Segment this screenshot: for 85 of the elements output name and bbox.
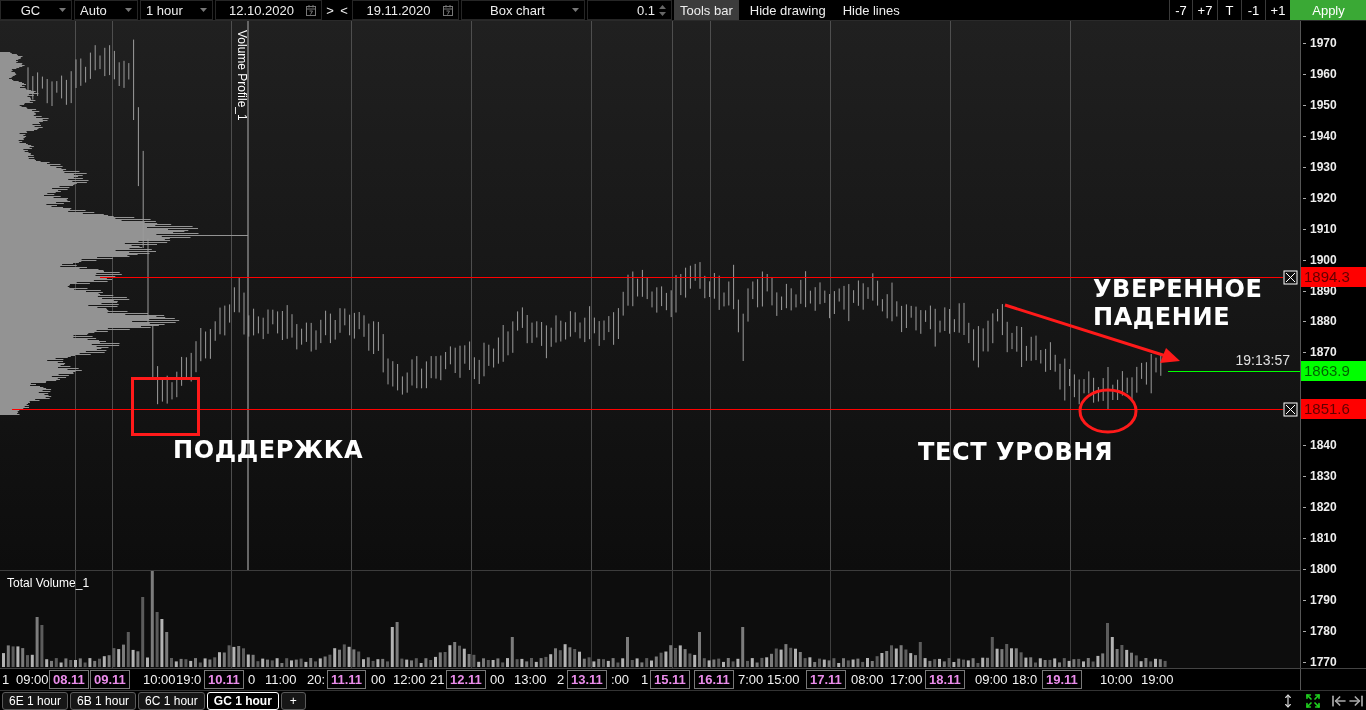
price-label: 1820	[1303, 500, 1337, 515]
date-field[interactable]: 12.10.2020	[215, 0, 322, 20]
date-label: 11.11	[327, 670, 367, 689]
date-label: 13.11	[567, 670, 607, 689]
price-tag: 1863.9	[1301, 361, 1366, 382]
caret-icon	[572, 8, 579, 12]
pane-title: Total Volume_1	[7, 576, 90, 590]
time-label: 21	[430, 672, 445, 687]
time-label: 19:00	[1141, 672, 1174, 687]
price-label: 1940	[1303, 128, 1337, 143]
close-icon[interactable]	[1283, 402, 1298, 417]
price-label: 1770	[1303, 654, 1337, 669]
chart-tab[interactable]: GC 1 hour	[206, 691, 279, 710]
price-label: 1830	[1303, 469, 1337, 484]
price-label: 1910	[1303, 221, 1337, 236]
close-icon[interactable]	[1283, 270, 1298, 285]
expand-icon[interactable]	[1305, 692, 1321, 709]
price-label: 1780	[1303, 623, 1337, 638]
caret-icon	[59, 8, 66, 12]
time-label: 1	[641, 672, 649, 687]
price-label: 1960	[1303, 66, 1337, 81]
date-label: 15.11	[650, 670, 690, 689]
spin-down-icon[interactable]	[659, 11, 666, 16]
time-label: 13:00	[514, 672, 547, 687]
time-label: 17:00	[890, 672, 923, 687]
price-label: 1870	[1303, 345, 1337, 360]
price-label: 1800	[1303, 561, 1337, 576]
time-label: 00	[490, 672, 505, 687]
chart-tab[interactable]: 6C 1 hour	[138, 691, 205, 710]
time-label: 09:00	[16, 672, 49, 687]
toggle-button[interactable]: Hide drawing	[743, 0, 832, 20]
price-label: 1880	[1303, 314, 1337, 329]
annotation-text: ТЕСТ УРОВНЯ	[918, 438, 1115, 466]
time-label: 08:00	[851, 672, 884, 687]
date-label: 17.11	[806, 670, 846, 689]
time-label: 19:0	[176, 672, 202, 687]
calendar-icon[interactable]	[306, 4, 316, 16]
price-label: 1920	[1303, 190, 1337, 205]
dropdown[interactable]: Box chart	[461, 0, 585, 20]
toggle-button[interactable]: Tools bar	[674, 0, 739, 20]
time-label: 1	[2, 672, 10, 687]
time-label: 2	[557, 672, 565, 687]
date-label: 09.11	[90, 670, 130, 689]
price-label: 1840	[1303, 438, 1337, 453]
chart-tab[interactable]: 6B 1 hour	[70, 691, 137, 710]
toggle-button[interactable]: Hide lines	[836, 0, 906, 20]
price-label: 1900	[1303, 252, 1337, 267]
spinner-field[interactable]: 0.1	[587, 0, 672, 20]
time-label: 12:00	[393, 672, 426, 687]
price-label: 1790	[1303, 592, 1337, 607]
time-label: 20:	[307, 672, 326, 687]
date-label: 10.11	[204, 670, 244, 689]
price-tag: 1851.6	[1301, 399, 1366, 420]
calendar-icon[interactable]	[443, 4, 453, 16]
date-field[interactable]: 19.11.2020	[352, 0, 459, 20]
time-label: 15:00	[767, 672, 800, 687]
price-label: 1930	[1303, 159, 1337, 174]
spin-up-icon[interactable]	[659, 4, 666, 9]
dropdown[interactable]: GC	[0, 0, 72, 20]
price-label: 1970	[1303, 36, 1337, 50]
date-label: 18.11	[925, 670, 965, 689]
date-label: 16.11	[694, 670, 734, 689]
time-label: 18:0	[1012, 672, 1038, 687]
time-label: 10:00	[1100, 672, 1133, 687]
time-label: 0	[248, 672, 256, 687]
dropdown[interactable]: 1 hour	[140, 0, 213, 20]
time-label: 00	[371, 672, 386, 687]
caret-icon	[125, 8, 132, 12]
time-label: 10:00	[143, 672, 176, 687]
time-label: 11:00	[265, 672, 297, 687]
last-price-time: 19:13:57	[1235, 352, 1290, 368]
time-label: 09:00	[975, 672, 1008, 687]
price-label: 1810	[1303, 531, 1337, 546]
chart-tab[interactable]: 6E 1 hour	[2, 691, 69, 710]
price-tag: 1894.3	[1301, 267, 1366, 288]
time-label: :00	[611, 672, 630, 687]
price-label: 1950	[1303, 97, 1337, 112]
dropdown[interactable]: Auto	[74, 0, 138, 20]
time-label: 7:00	[738, 672, 764, 687]
date-label: 08.11	[49, 670, 89, 689]
date-label: 12.11	[446, 670, 486, 689]
add-tab-button[interactable]: +	[280, 691, 306, 710]
caret-icon	[200, 8, 207, 12]
date-label: 19.11	[1042, 670, 1082, 689]
annotation-text: ПОДДЕРЖКА	[173, 436, 365, 464]
